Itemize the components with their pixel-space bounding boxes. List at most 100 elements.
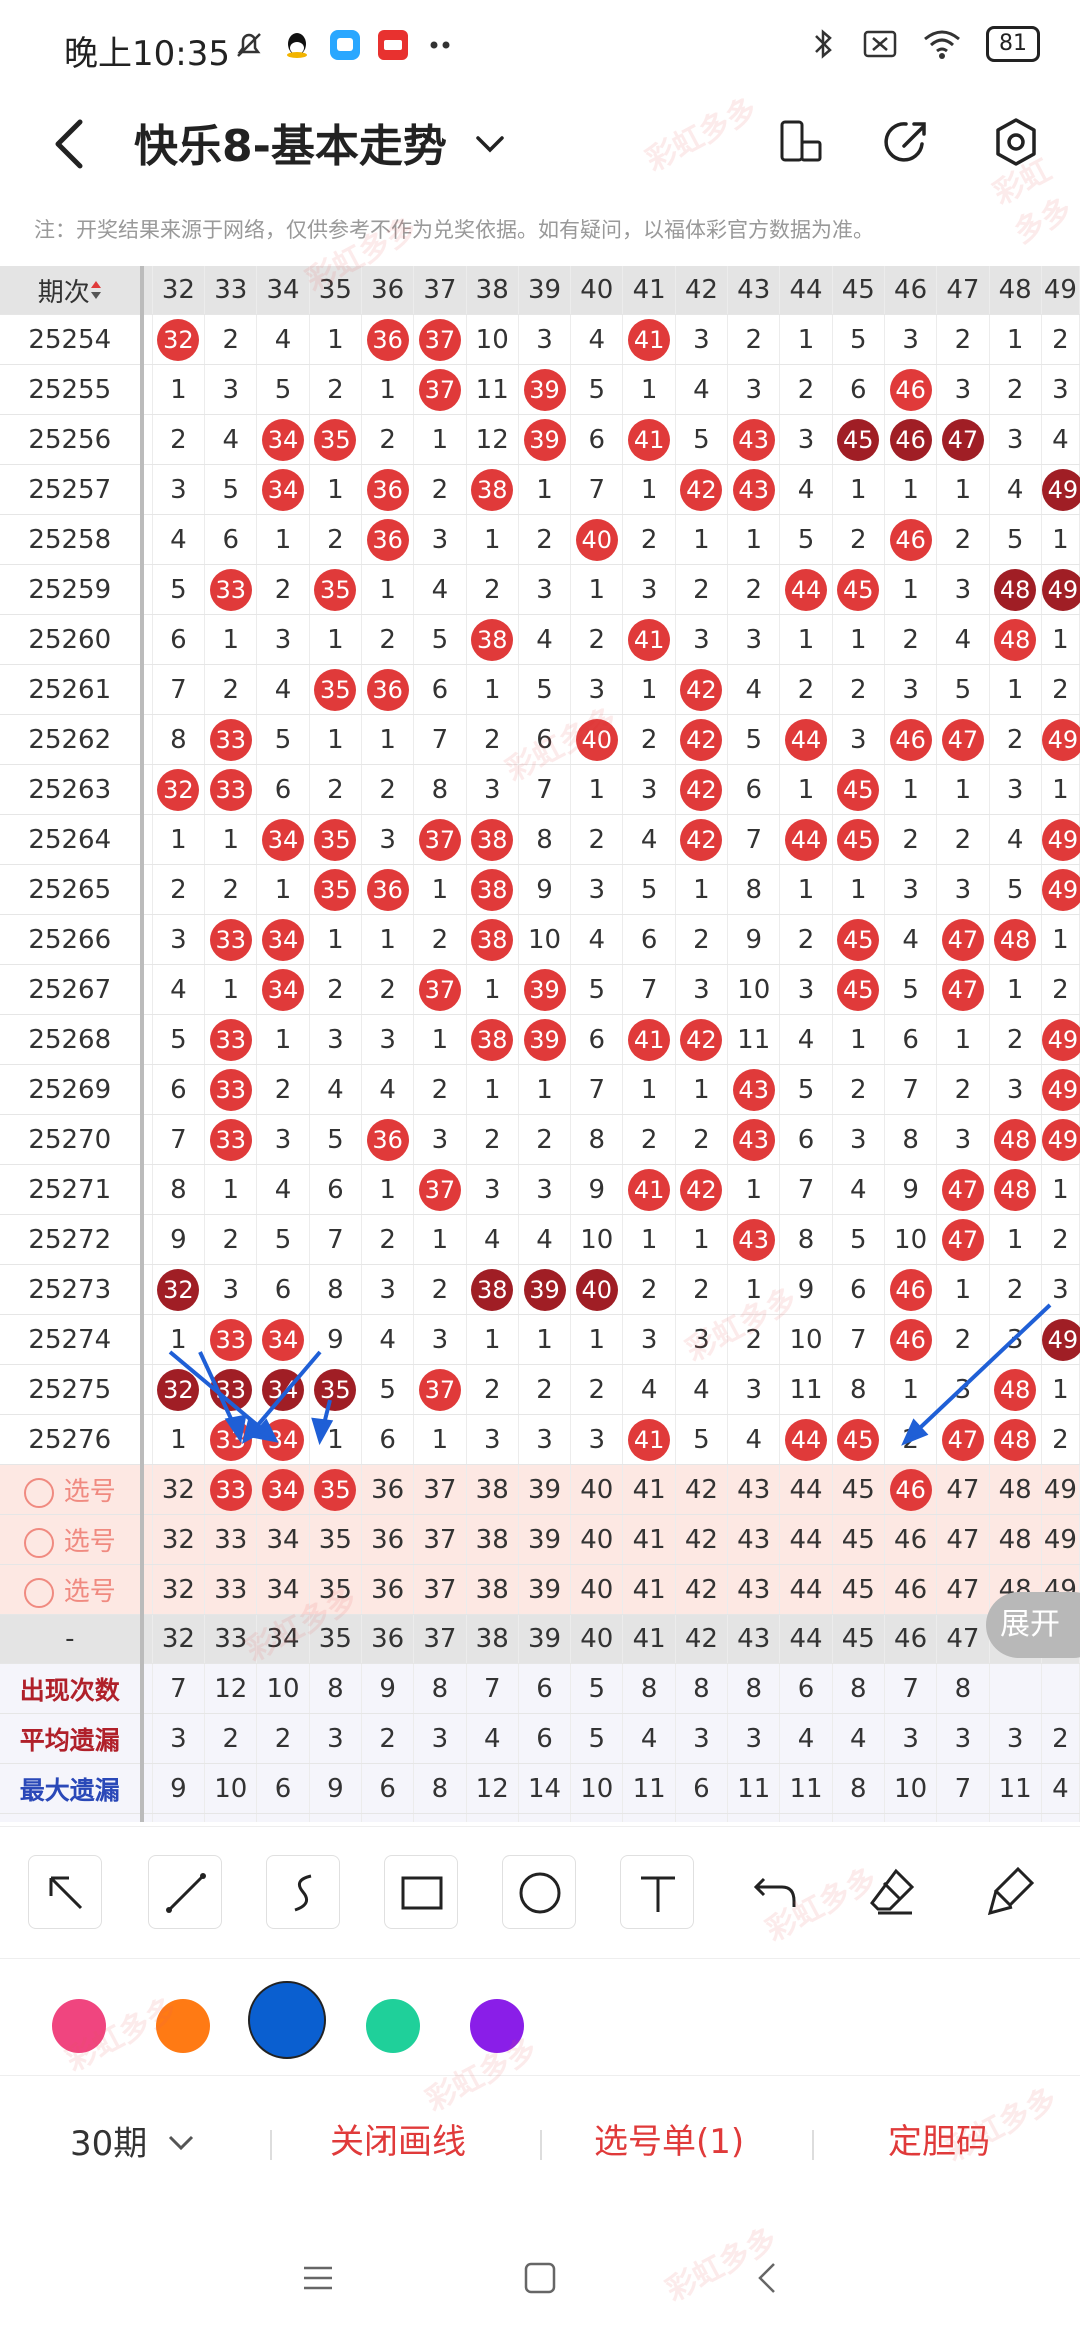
- selection-cell[interactable]: 32: [152, 1514, 206, 1565]
- text-tool[interactable]: [620, 1855, 694, 1929]
- table-cell: 33: [204, 714, 258, 765]
- chevron-down-icon[interactable]: [470, 124, 510, 164]
- share-icon[interactable]: [878, 114, 934, 170]
- selection-cell[interactable]: 40: [570, 1514, 624, 1565]
- selection-cell[interactable]: 38: [466, 1514, 519, 1565]
- selection-cell[interactable]: 49: [1041, 1464, 1080, 1515]
- period-cell: 25268: [0, 1014, 144, 1065]
- line-tool[interactable]: [148, 1855, 222, 1929]
- radio-circle-icon[interactable]: [23, 1477, 54, 1508]
- selection-cell[interactable]: 33: [204, 1514, 258, 1565]
- selection-cell[interactable]: 35: [309, 1514, 362, 1565]
- color-swatch-green[interactable]: [366, 1999, 420, 2053]
- selection-cell[interactable]: 40: [570, 1564, 624, 1615]
- selection-cell[interactable]: 37: [413, 1464, 467, 1515]
- rotate-screen-icon[interactable]: [772, 114, 828, 170]
- selection-cell[interactable]: 42: [675, 1564, 729, 1615]
- selection-cell[interactable]: 39: [518, 1564, 572, 1615]
- color-swatch-blue-selected[interactable]: [248, 1981, 326, 2059]
- selection-cell[interactable]: 36: [361, 1514, 415, 1565]
- selection-cell[interactable]: 34: [256, 1464, 310, 1515]
- selection-cell[interactable]: 34: [256, 1514, 310, 1565]
- selection-cell[interactable]: 46: [884, 1564, 938, 1615]
- selected-number-ball[interactable]: 34: [262, 1468, 305, 1511]
- selection-row-label[interactable]: 选号: [0, 1564, 144, 1615]
- menu-icon[interactable]: [300, 2260, 336, 2296]
- expand-button[interactable]: 展开: [986, 1592, 1080, 1658]
- selection-cell[interactable]: 36: [361, 1564, 415, 1615]
- selected-number-ball[interactable]: 33: [209, 1468, 252, 1511]
- grid-lead-spacer: [141, 414, 153, 465]
- selection-cell[interactable]: 47: [936, 1514, 990, 1565]
- selection-cell[interactable]: 38: [466, 1464, 519, 1515]
- selection-cell[interactable]: 47: [936, 1564, 990, 1615]
- table-cell: 40: [570, 514, 624, 565]
- selection-cell[interactable]: 42: [675, 1514, 729, 1565]
- stat-value: 4: [622, 1713, 676, 1764]
- selection-row-label[interactable]: 选号: [0, 1514, 144, 1565]
- selection-cell[interactable]: 43: [727, 1564, 781, 1615]
- selection-cell[interactable]: 37: [413, 1514, 467, 1565]
- selection-cell[interactable]: 42: [675, 1464, 729, 1515]
- selection-cell[interactable]: 46: [884, 1514, 938, 1565]
- selection-cell[interactable]: 39: [518, 1464, 572, 1515]
- selection-cell[interactable]: 33: [204, 1564, 258, 1615]
- selection-cell[interactable]: 49: [1041, 1514, 1080, 1565]
- selection-cell[interactable]: 35: [309, 1464, 362, 1515]
- table-cell: 3: [936, 864, 990, 915]
- clear-tool[interactable]: [976, 1855, 1050, 1929]
- selection-cell[interactable]: 33: [204, 1464, 258, 1515]
- selection-cell[interactable]: 41: [622, 1514, 676, 1565]
- selection-cell[interactable]: 41: [622, 1564, 676, 1615]
- selection-cell[interactable]: 40: [570, 1464, 624, 1515]
- selection-cell[interactable]: 43: [727, 1464, 781, 1515]
- selection-cell[interactable]: 32: [152, 1464, 206, 1515]
- selection-cell[interactable]: 44: [779, 1464, 833, 1515]
- selection-row-label[interactable]: 选号: [0, 1464, 144, 1515]
- selection-cell[interactable]: 43: [727, 1514, 781, 1565]
- selection-cell[interactable]: 37: [413, 1564, 467, 1615]
- selected-number-ball[interactable]: 35: [314, 1468, 357, 1511]
- number-ball: 33: [209, 1318, 252, 1361]
- grid-lead-spacer: [141, 314, 153, 365]
- number-ball: 46: [889, 718, 932, 761]
- selection-cell[interactable]: 48: [989, 1464, 1042, 1515]
- selection-cell[interactable]: 48: [989, 1514, 1042, 1565]
- number-ball: 48: [994, 568, 1037, 611]
- page-title[interactable]: 快乐8-基本走势: [134, 110, 447, 174]
- home-icon[interactable]: [522, 2260, 558, 2296]
- period-header[interactable]: 期次: [0, 266, 144, 315]
- curve-tool[interactable]: [266, 1855, 340, 1929]
- stat-value: 3: [675, 1713, 729, 1764]
- selection-cell[interactable]: 41: [622, 1464, 676, 1515]
- table-cell: 4: [518, 614, 572, 665]
- column-header: 38: [466, 266, 519, 315]
- selection-cell[interactable]: 32: [152, 1564, 206, 1615]
- pick-list-button[interactable]: 选号单(1): [594, 2114, 744, 2163]
- selection-cell[interactable]: 44: [779, 1564, 833, 1615]
- number-ball: 36: [366, 868, 409, 911]
- table-cell: 1: [309, 714, 362, 765]
- selection-cell[interactable]: 47: [936, 1464, 990, 1515]
- number-ball: 41: [628, 1418, 671, 1461]
- table-cell: 7: [152, 664, 206, 715]
- selection-cell[interactable]: 36: [361, 1464, 415, 1515]
- selected-number-ball[interactable]: 46: [889, 1468, 932, 1511]
- selection-cell[interactable]: 45: [832, 1564, 885, 1615]
- selection-cell[interactable]: 39: [518, 1514, 572, 1565]
- radio-circle-icon[interactable]: [23, 1527, 54, 1558]
- circle-tool[interactable]: [502, 1855, 576, 1929]
- back-arrow-icon[interactable]: [44, 112, 100, 176]
- selection-cell[interactable]: 44: [779, 1514, 833, 1565]
- table-cell: 8: [152, 1164, 206, 1215]
- radio-circle-icon[interactable]: [23, 1577, 54, 1608]
- selection-cell[interactable]: 45: [832, 1464, 885, 1515]
- rectangle-tool[interactable]: [384, 1855, 458, 1929]
- arrow-tool[interactable]: [28, 1855, 102, 1929]
- selection-cell[interactable]: 45: [832, 1514, 885, 1565]
- close-line-button[interactable]: 关闭画线: [330, 2114, 466, 2163]
- period-select[interactable]: 30期: [70, 2116, 198, 2165]
- selection-cell[interactable]: 46: [884, 1464, 938, 1515]
- selection-cell[interactable]: 38: [466, 1564, 519, 1615]
- table-cell: 2: [1041, 1414, 1080, 1465]
